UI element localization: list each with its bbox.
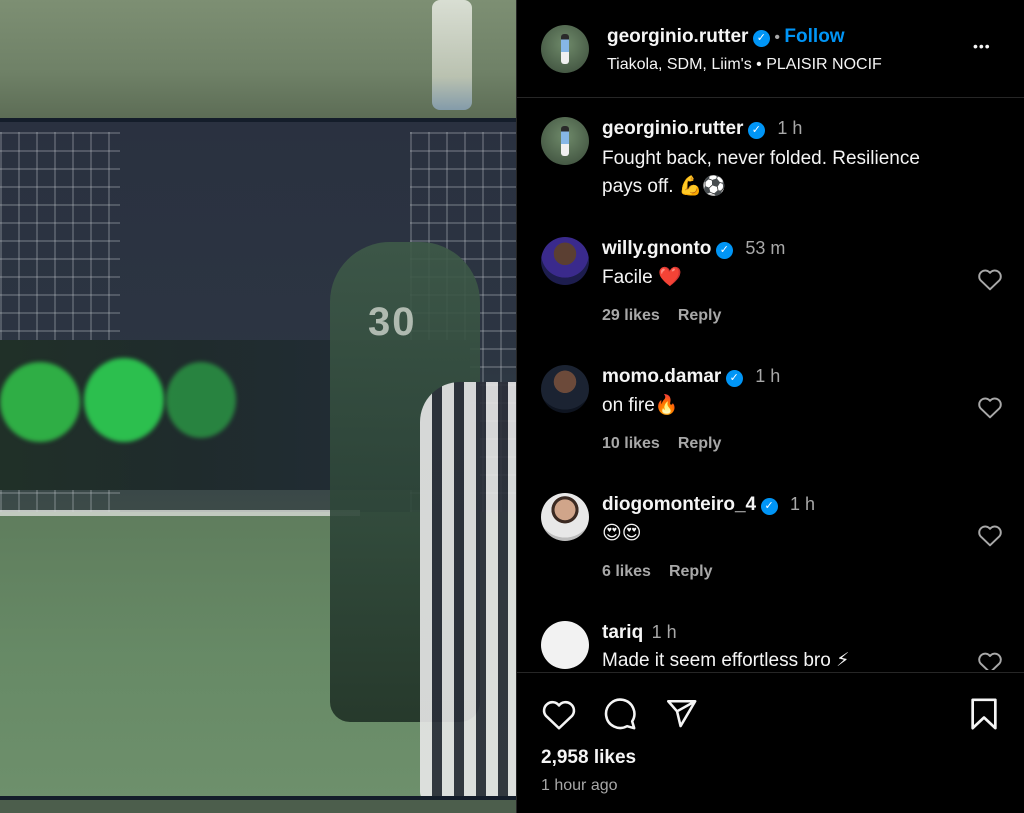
- verified-icon: ✓: [760, 498, 778, 515]
- comment-username[interactable]: momo.damar: [602, 366, 721, 387]
- reply-button[interactable]: Reply: [678, 307, 722, 324]
- verified-icon: ✓: [725, 370, 743, 387]
- caption-text-line2: pays off. 💪⚽: [602, 176, 727, 197]
- comment-avatar[interactable]: [541, 237, 589, 285]
- caption-time[interactable]: 1 h: [777, 118, 802, 138]
- separator-dot: •: [774, 29, 780, 46]
- comment-icon[interactable]: [603, 697, 637, 731]
- comment-username[interactable]: diogomonteiro_4: [602, 494, 756, 515]
- comment-meta: 29 likes Reply: [602, 307, 739, 325]
- comment-avatar[interactable]: [541, 621, 589, 669]
- comment-likes[interactable]: 10 likes: [602, 435, 660, 452]
- comment-like-heart-icon[interactable]: [977, 523, 1003, 547]
- post-panel: georginio.rutter ✓ • Follow Tiakola, SDM…: [516, 0, 1024, 813]
- comment-time[interactable]: 1 h: [652, 622, 677, 642]
- caption-avatar[interactable]: [541, 117, 589, 165]
- comment-meta: 10 likes Reply: [602, 435, 739, 453]
- comment-header: tariq 1 h: [602, 622, 677, 644]
- comment-likes[interactable]: 29 likes: [602, 307, 660, 324]
- media-striped-shirt: [420, 382, 516, 796]
- comment-username[interactable]: tariq: [602, 622, 643, 643]
- follow-button[interactable]: Follow: [784, 26, 844, 47]
- media-player-leg: [432, 0, 472, 110]
- caption-header: georginio.rutter ✓ 1 h: [602, 118, 802, 140]
- comment-like-heart-icon[interactable]: [977, 650, 1003, 670]
- post-footer: 2,958 likes 1 hour ago: [517, 672, 1024, 813]
- reply-button[interactable]: Reply: [678, 435, 722, 452]
- post-header: georginio.rutter ✓ • Follow Tiakola, SDM…: [517, 0, 1024, 98]
- media-pitch-line: [0, 510, 360, 516]
- share-icon[interactable]: [664, 697, 698, 731]
- author-avatar[interactable]: [541, 25, 589, 73]
- verified-icon: ✓: [747, 122, 765, 139]
- comment-like-heart-icon[interactable]: [977, 395, 1003, 419]
- comment-header: momo.damar ✓ 1 h: [602, 366, 780, 388]
- reply-button[interactable]: Reply: [669, 563, 713, 580]
- media-video-frame: 30: [0, 118, 516, 800]
- post-media[interactable]: 30: [0, 0, 516, 813]
- comment-text: 😍😍: [602, 523, 642, 544]
- header-title-row: georginio.rutter ✓ • Follow: [607, 26, 845, 48]
- like-count[interactable]: 2,958 likes: [541, 747, 636, 769]
- comment-avatar[interactable]: [541, 493, 589, 541]
- comment-username[interactable]: willy.gnonto: [602, 238, 711, 259]
- media-green-light: [0, 362, 80, 442]
- media-green-light: [166, 362, 236, 438]
- caption-username[interactable]: georginio.rutter: [602, 118, 743, 139]
- comment-avatar[interactable]: [541, 365, 589, 413]
- comment-text: Made it seem effortless bro ⚡: [602, 650, 850, 671]
- post-timestamp[interactable]: 1 hour ago: [541, 777, 618, 795]
- comment-meta: 6 likes Reply: [602, 563, 731, 581]
- verified-icon: ✓: [715, 242, 733, 259]
- audio-attribution[interactable]: Tiakola, SDM, Liim's • PLAISIR NOCIF: [607, 56, 882, 74]
- comment-like-heart-icon[interactable]: [977, 267, 1003, 291]
- comment-header: diogomonteiro_4 ✓ 1 h: [602, 494, 815, 516]
- comment-likes[interactable]: 6 likes: [602, 563, 651, 580]
- comment-time[interactable]: 1 h: [790, 494, 815, 514]
- comment-text: Facile ❤️: [602, 267, 682, 288]
- verified-icon: ✓: [752, 30, 770, 47]
- author-username[interactable]: georginio.rutter: [607, 26, 748, 47]
- caption-text-line1: Fought back, never folded. Resilience: [602, 148, 920, 169]
- heart-icon[interactable]: [541, 697, 577, 731]
- media-bottom-strip: [0, 800, 516, 813]
- comment-header: willy.gnonto ✓ 53 m: [602, 238, 785, 260]
- comment-time[interactable]: 1 h: [755, 366, 780, 386]
- media-top-strip: [0, 0, 516, 120]
- comment-text: on fire🔥: [602, 395, 679, 416]
- bookmark-icon[interactable]: [969, 697, 999, 731]
- comment-time[interactable]: 53 m: [745, 238, 785, 258]
- media-green-light: [84, 358, 164, 442]
- more-icon[interactable]: •••: [973, 38, 991, 54]
- media-shirt-number: 30: [368, 300, 417, 344]
